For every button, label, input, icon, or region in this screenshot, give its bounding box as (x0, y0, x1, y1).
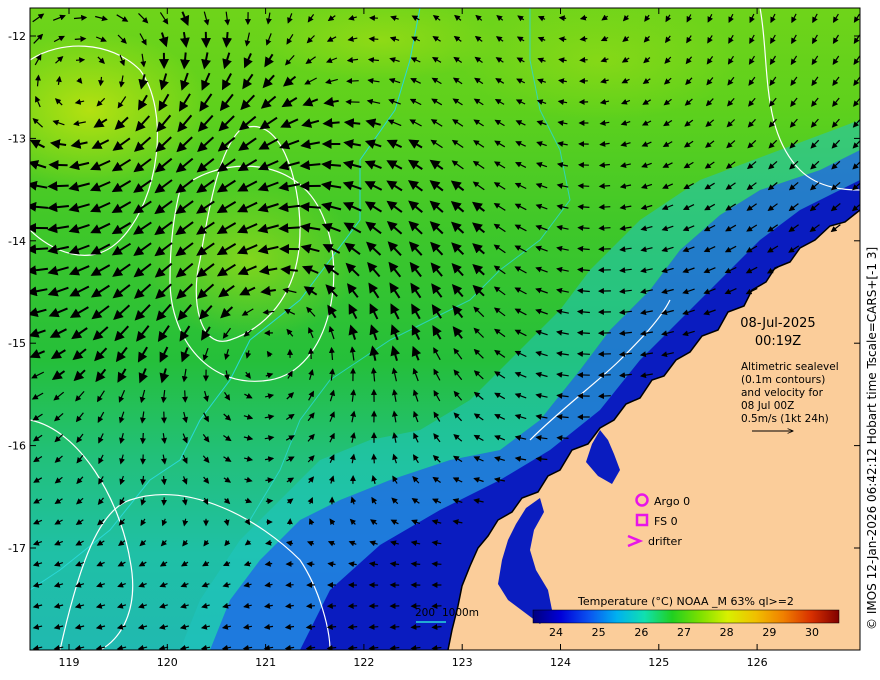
velocity-arrow (577, 203, 590, 210)
legend-fs-label: FS 0 (654, 515, 678, 528)
velocity-arrow (182, 390, 189, 403)
info-line: Altimetric sealevel (741, 361, 839, 373)
velocity-arrow (306, 561, 315, 568)
depth-1000-label: 1000m (442, 607, 479, 619)
velocity-arrow (222, 32, 233, 48)
velocity-arrow (598, 183, 611, 190)
y-tick-label: -16 (8, 440, 26, 453)
colorbar-title: Temperature (°C) NOAA _M 63% ql>=2 (577, 595, 794, 608)
velocity-arrow (431, 623, 442, 630)
colorbar-tick-label: 28 (720, 626, 734, 639)
x-tick-label: 126 (747, 656, 768, 669)
velocity-arrow (347, 623, 358, 630)
velocity-arrow (579, 56, 588, 63)
y-tick-label: -15 (8, 337, 26, 350)
velocity-arrow (346, 78, 359, 85)
y-tick-label: -17 (8, 542, 26, 555)
colorbar-tick-label: 25 (592, 626, 606, 639)
plot-area (30, 8, 860, 650)
velocity-arrow (431, 561, 442, 568)
colorbar-tick-label: 26 (634, 626, 648, 639)
legend-argo-label: Argo 0 (654, 495, 690, 508)
x-tick-label: 120 (157, 656, 178, 669)
legend-drifter-label: drifter (648, 535, 682, 548)
velocity-arrow (410, 623, 421, 630)
velocity-arrow (576, 329, 590, 336)
velocity-arrow (577, 182, 590, 189)
velocity-arrow (48, 159, 68, 170)
y-tick-label: -13 (8, 132, 26, 145)
velocity-arrow (577, 224, 590, 231)
warm-patch (260, 8, 500, 80)
x-tick-label: 122 (353, 656, 374, 669)
velocity-arrow (47, 181, 69, 192)
date-label: 08-Jul-2025 (740, 316, 815, 331)
velocity-arrow (343, 118, 361, 129)
velocity-arrow (326, 623, 337, 630)
x-tick-label: 121 (255, 656, 276, 669)
velocity-arrow (278, 223, 300, 234)
velocity-arrow (180, 52, 191, 70)
colorbar-tick-label: 27 (677, 626, 691, 639)
ocean-map: 119 120 121 122 123 124 125 126 -12 -13 -14 -15 -16… (8, 7, 879, 669)
velocity-arrow (598, 393, 611, 400)
velocity-arrow (74, 35, 87, 42)
velocity-arrow (368, 36, 379, 43)
velocity-arrow (305, 602, 315, 609)
warm-patch (460, 8, 740, 120)
velocity-arrow (410, 561, 421, 568)
warm-patch (140, 180, 360, 340)
x-tick-label: 119 (59, 656, 80, 669)
credit-text: © IMOS 12-Jan-2026 06:42:12 Hobart time … (865, 247, 879, 630)
velocity-arrow (285, 581, 294, 588)
info-line: 0.5m/s (1kt 24h) (741, 413, 829, 425)
velocity-arrow (139, 432, 146, 445)
depth-200-label: 200 (415, 607, 435, 619)
colorbar-tick-label: 24 (549, 626, 563, 639)
colorbar-tick-label: 30 (805, 626, 819, 639)
velocity-arrow (30, 244, 49, 255)
velocity-arrow (598, 225, 611, 232)
info-line: 08 Jul 00Z (741, 400, 794, 412)
x-tick-label: 123 (452, 656, 473, 669)
velocity-arrow (558, 15, 567, 22)
y-tick-label: -14 (8, 235, 26, 248)
velocity-arrow (389, 623, 400, 630)
x-tick-label: 124 (550, 656, 571, 669)
colorbar-gradient (532, 609, 840, 624)
velocity-arrow (265, 498, 274, 505)
velocity-arrow (576, 350, 590, 357)
velocity-arrow (75, 57, 86, 64)
info-line: and velocity for (741, 387, 824, 399)
velocity-arrow (371, 453, 378, 464)
velocity-arrow (556, 434, 569, 441)
info-line: (0.1m contours) (741, 374, 825, 386)
time-label: 00:19Z (755, 334, 801, 349)
velocity-arrow (299, 201, 321, 212)
velocity-arrow (598, 204, 611, 211)
y-tick-label: -12 (8, 30, 26, 43)
velocity-arrow (368, 623, 379, 630)
velocity-arrow (322, 117, 340, 128)
colorbar-tick-label: 29 (762, 626, 776, 639)
x-tick-label: 125 (648, 656, 669, 669)
